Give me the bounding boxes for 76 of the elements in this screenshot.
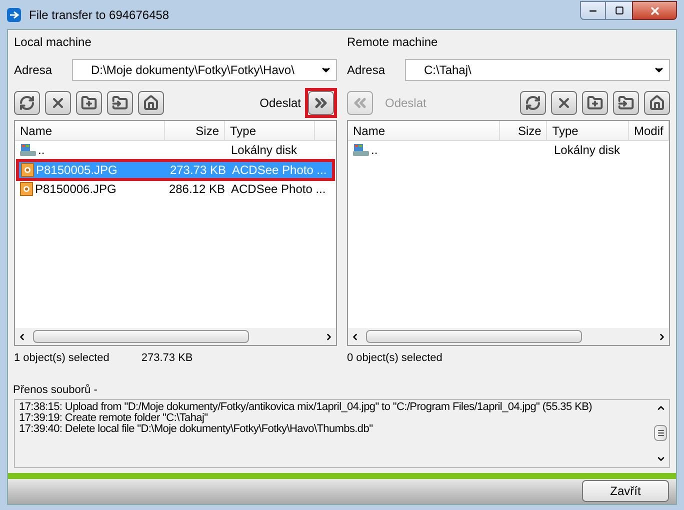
drive-icon: [353, 143, 369, 157]
delete-button[interactable]: [45, 91, 71, 115]
refresh-icon: [525, 95, 541, 111]
panel-title: Local machine: [14, 34, 92, 51]
address-field[interactable]: D:\Moje dokumenty\Fotky\Fotky\Havo\: [72, 59, 337, 81]
new-folder-button[interactable]: [582, 91, 608, 115]
file-size: 273.73 KB: [170, 162, 226, 179]
refresh-button[interactable]: [14, 91, 40, 115]
folder-arrow-icon: [618, 95, 634, 111]
selection-status: 1 object(s) selected: [14, 351, 110, 366]
file-type: Lokálny disk: [553, 142, 620, 159]
address-label: Adresa: [14, 62, 54, 79]
address-field[interactable]: C:\Tahaj\: [405, 59, 670, 81]
file-size: 286.12 KB: [168, 181, 225, 198]
file-row[interactable]: P8150006.JPG 286.12 KB ACDSee Photo ...: [18, 181, 333, 197]
new-folder-icon: [587, 95, 603, 111]
log-line: 17:39:40: Delete local file "D:\Moje dokumenty\Fotky\Fotky\Havo\Thumbs.db": [19, 424, 374, 434]
drive-icon: [20, 143, 36, 157]
selection-status: 0 object(s) selected: [347, 351, 442, 366]
maximize-icon: [614, 6, 624, 15]
maximize-button[interactable]: [606, 1, 632, 20]
delete-icon: [50, 95, 66, 111]
column-header[interactable]: Name: [15, 121, 165, 140]
file-row[interactable]: .. Lokálny disk: [18, 142, 298, 158]
new-folder-icon: [81, 95, 97, 111]
horizontal-scrollbar[interactable]: [348, 328, 669, 345]
file-type: ACDSee Photo ...: [231, 162, 327, 179]
refresh-icon: [19, 95, 35, 111]
refresh-button[interactable]: [520, 91, 546, 115]
column-header[interactable]: Size: [165, 121, 225, 140]
home-icon: [649, 95, 665, 111]
folder-arrow-button[interactable]: [107, 91, 133, 115]
horizontal-scrollbar[interactable]: [15, 328, 336, 345]
file-name: P8150005.JPG: [36, 162, 118, 179]
close-dialog-button[interactable]: Zavřít: [582, 480, 669, 502]
close-icon: [648, 4, 660, 16]
file-name: ..: [38, 142, 45, 159]
column-header[interactable]: Name: [348, 121, 500, 140]
home-icon: [143, 95, 159, 111]
column-header[interactable]: Type: [225, 121, 315, 140]
new-folder-button[interactable]: [76, 91, 102, 115]
send-label: Odeslat: [260, 95, 301, 112]
app-logo-icon: [7, 8, 21, 22]
image-file-icon: [21, 163, 34, 177]
close-button[interactable]: [632, 1, 677, 20]
address-label: Adresa: [347, 62, 386, 79]
home-button[interactable]: [644, 91, 670, 115]
scroll-thumb[interactable]: [366, 330, 582, 343]
send-label: Odeslat: [385, 95, 426, 112]
delete-icon: [556, 95, 572, 111]
scroll-thumb[interactable]: [33, 330, 249, 343]
log-title: Přenos souborů -: [13, 383, 98, 398]
column-header[interactable]: Type: [547, 121, 629, 140]
selection-size: 273.73 KB: [141, 351, 193, 366]
home-button[interactable]: [138, 91, 164, 115]
scroll-right-icon: [324, 332, 334, 342]
window-title: File transfer to 694676458: [29, 7, 170, 24]
scroll-right-icon: [657, 332, 667, 342]
image-file-icon: [20, 182, 33, 196]
folder-arrow-button[interactable]: [613, 91, 639, 115]
scroll-thumb[interactable]: [654, 425, 667, 441]
scroll-left-icon: [350, 332, 360, 342]
scroll-left-icon: [17, 332, 27, 342]
log-line: 17:39:19: Create remote folder "C:\Tahaj": [19, 412, 208, 424]
file-name: P8150006.JPG: [35, 181, 116, 198]
panel-title: Remote machine: [347, 34, 439, 51]
column-header[interactable]: Size: [500, 121, 548, 140]
column-header[interactable]: Modif: [629, 121, 669, 140]
file-type: Lokálny disk: [230, 142, 298, 159]
file-row[interactable]: .. Lokálny disk: [351, 142, 620, 158]
delete-button[interactable]: [551, 91, 577, 115]
file-type: ACDSee Photo ...: [230, 181, 326, 198]
folder-arrow-icon: [112, 95, 128, 111]
log-line: 17:38:15: Upload from "D:/Moje dokumenty/Fotky/antikovica mix/1april_04.jpg" to "C:/Program Files/1april_04.jpg" (55.35 KB): [19, 402, 594, 412]
file-name: ..: [371, 142, 378, 159]
grip-icon: [656, 429, 664, 437]
